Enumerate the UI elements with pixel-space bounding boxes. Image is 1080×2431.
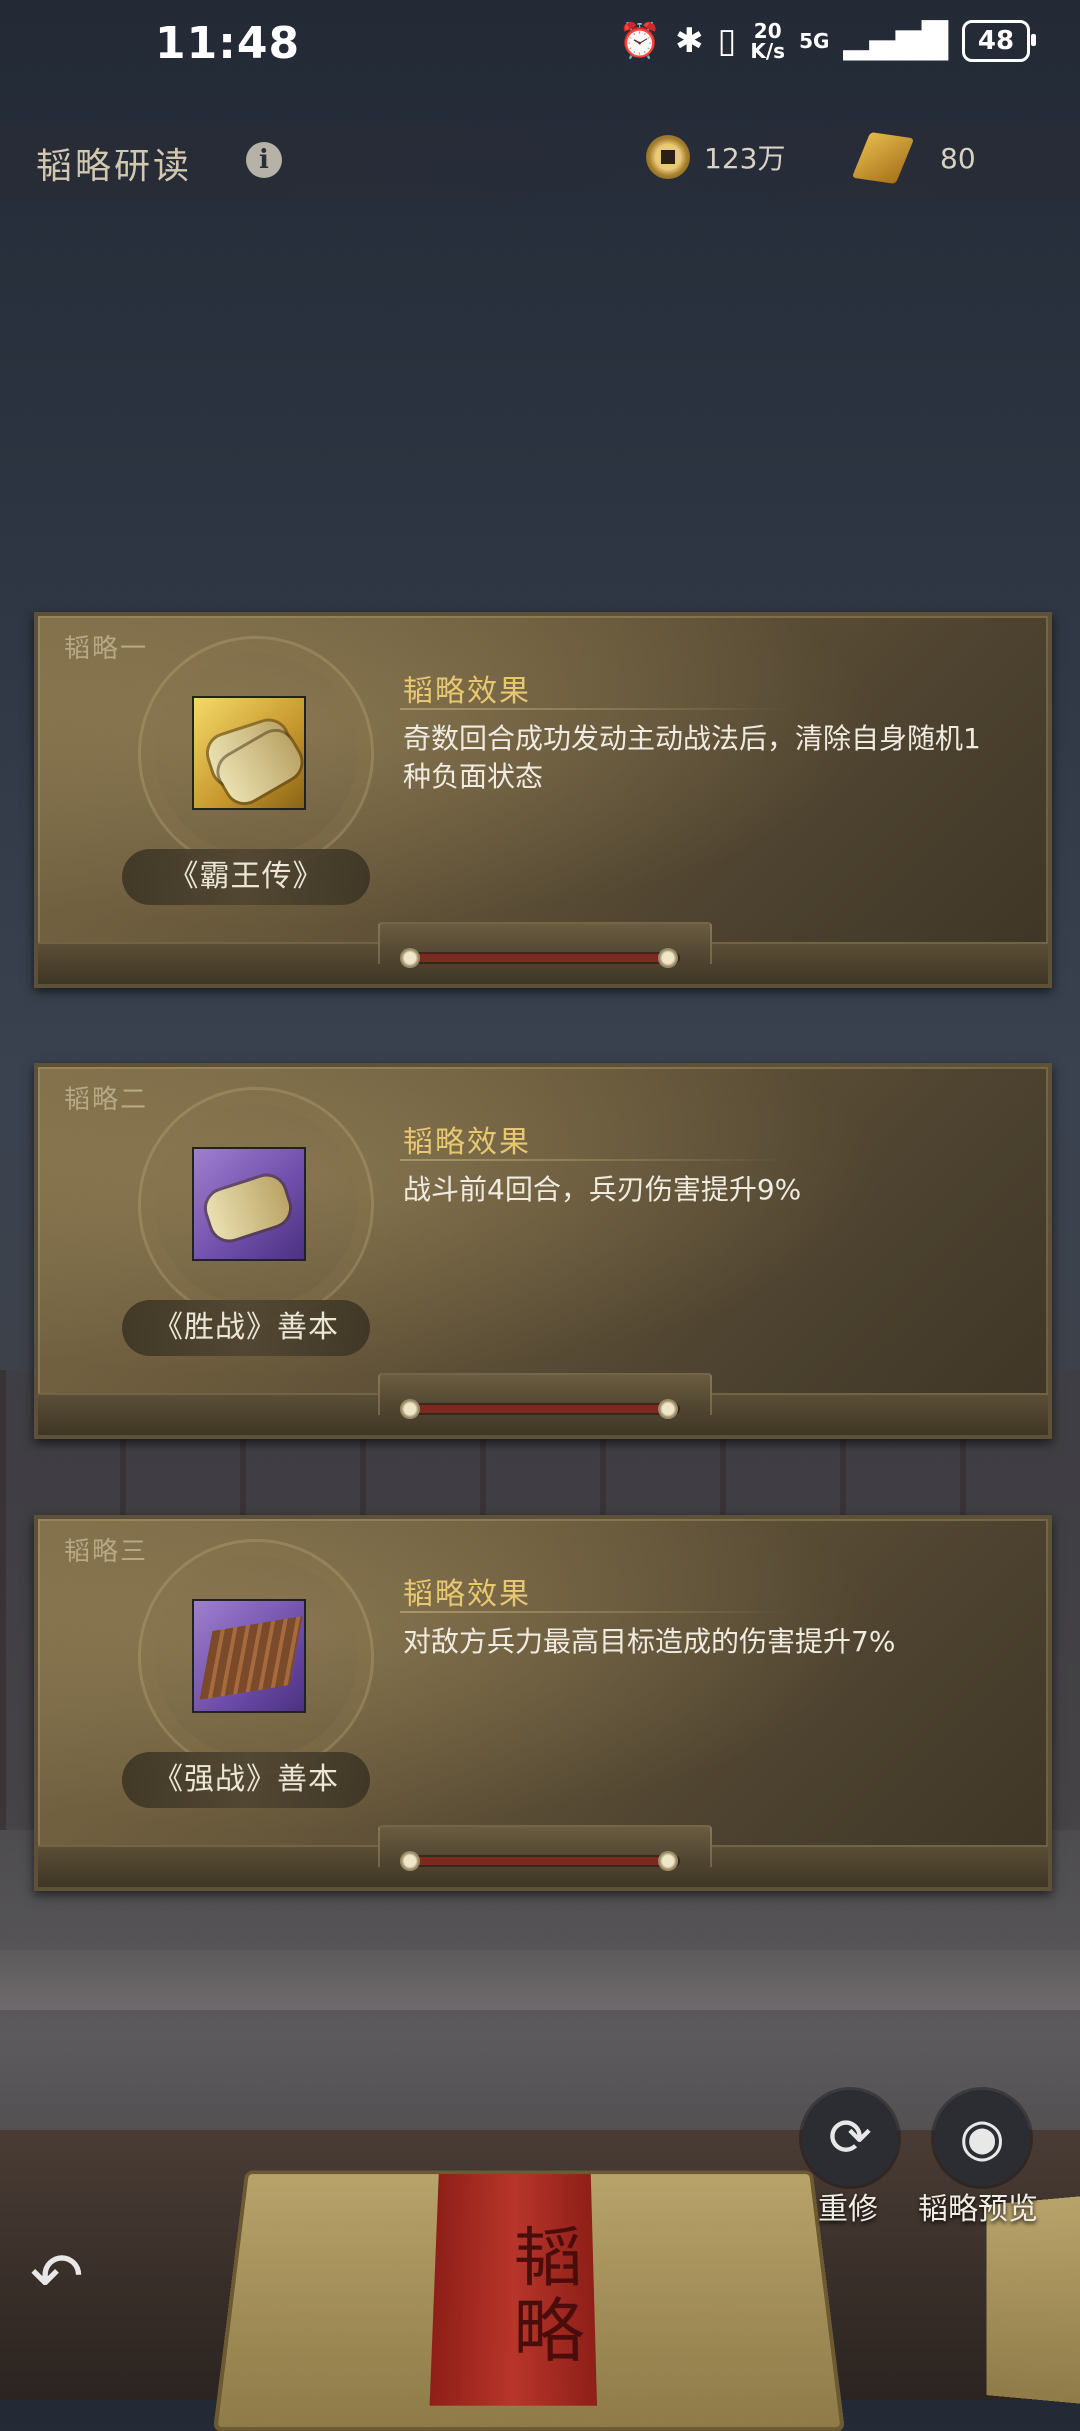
progress-bar xyxy=(408,954,678,962)
effect-divider xyxy=(400,1611,790,1613)
book-item-icon[interactable] xyxy=(192,696,308,810)
coin-currency: 123万 xyxy=(646,135,785,179)
preview-label: 韬略预览 xyxy=(918,2192,1038,2227)
progress-knob-left xyxy=(400,948,420,968)
book-title: 韬略 xyxy=(501,2222,586,2371)
progress-knob-left xyxy=(400,1399,420,1419)
effect-title: 韬略效果 xyxy=(403,1577,531,1612)
preview-button[interactable]: ◉ xyxy=(934,2090,1030,2186)
progress-bar xyxy=(408,1405,678,1413)
status-time: 11:48 xyxy=(155,18,301,69)
coin-amount: 123万 xyxy=(704,142,786,175)
card-label: 韬略二 xyxy=(64,1085,149,1115)
book-name: 《强战》善本 xyxy=(122,1752,370,1808)
bamboo-art-icon xyxy=(199,1616,303,1700)
progress-bar xyxy=(408,1857,678,1865)
status-icons: ⏰ ✱ ▯ 20 K/s 5G ▂▄▆█ 48 xyxy=(618,19,1036,63)
progress-knob-right xyxy=(658,1399,678,1419)
status-bar: 11:48 ⏰ ✱ ▯ 20 K/s 5G ▂▄▆█ 48 xyxy=(0,0,1080,90)
effect-divider xyxy=(400,708,790,710)
effect-title: 韬略效果 xyxy=(403,674,531,709)
scroll-currency: 80 xyxy=(851,132,976,184)
progress-knob-right xyxy=(658,948,678,968)
back-arrow-icon: ↶ xyxy=(30,2240,84,2314)
header-bar: 韬略研读 i 123万 80 xyxy=(0,125,1080,200)
battery-icon: 48 xyxy=(962,20,1036,62)
book-name: 《霸王传》 xyxy=(122,849,370,905)
effect-title: 韬略效果 xyxy=(403,1125,531,1160)
book-cover-label: 韬略 xyxy=(429,2174,598,2406)
eye-icon: ◉ xyxy=(959,2108,1005,2168)
refresh-icon: ⟳ xyxy=(828,2108,872,2168)
signal-icon: ▂▄▆█ xyxy=(843,21,948,61)
effect-text: 对敌方兵力最高目标造成的伤害提升7% xyxy=(403,1625,896,1658)
strategy-card-2[interactable]: 韬略二 《胜战》善本 韬略效果 战斗前4回合，兵刃伤害提升9% xyxy=(34,1063,1052,1439)
strategy-book[interactable]: 韬略 xyxy=(212,2170,846,2431)
progress-knob-left xyxy=(400,1851,420,1871)
scroll-amount: 80 xyxy=(940,141,976,175)
scroll-icon xyxy=(851,132,915,184)
info-icon[interactable]: i xyxy=(246,142,282,178)
effect-text: 奇数回合成功发动主动战法后，清除自身随机1种负面状态 xyxy=(403,722,981,793)
effect-text: 战斗前4回合，兵刃伤害提升9% xyxy=(403,1173,802,1206)
back-button[interactable]: ↶ xyxy=(30,2240,120,2314)
book-item-icon[interactable] xyxy=(192,1147,306,1261)
strategy-card-3[interactable]: 韬略三 《强战》善本 韬略效果 对敌方兵力最高目标造成的伤害提升7% xyxy=(34,1515,1052,1891)
refresh-label: 重修 xyxy=(818,2192,878,2227)
net-speed: 20 K/s xyxy=(750,19,786,63)
strategy-card-1[interactable]: 韬略一 《霸王传》 韬略效果 奇数回合成功发动主动战法后，清除自身随机1种负面状… xyxy=(34,612,1052,988)
network-type: 5G xyxy=(799,29,830,53)
card-label: 韬略三 xyxy=(64,1537,149,1567)
card-label: 韬略一 xyxy=(64,634,149,664)
background-shelf xyxy=(0,1950,1080,2010)
vibrate-icon: ▯ xyxy=(717,21,737,61)
coin-icon xyxy=(646,135,690,179)
refresh-button[interactable]: ⟳ xyxy=(802,2090,898,2186)
book-name: 《胜战》善本 xyxy=(122,1300,370,1356)
book-item-icon[interactable] xyxy=(192,1599,306,1713)
bluetooth-icon: ✱ xyxy=(675,21,704,61)
alarm-icon: ⏰ xyxy=(618,21,662,61)
progress-knob-right xyxy=(658,1851,678,1871)
scroll-art-icon xyxy=(202,1171,294,1245)
effect-divider xyxy=(400,1159,790,1161)
page-title: 韬略研读 xyxy=(36,146,193,187)
